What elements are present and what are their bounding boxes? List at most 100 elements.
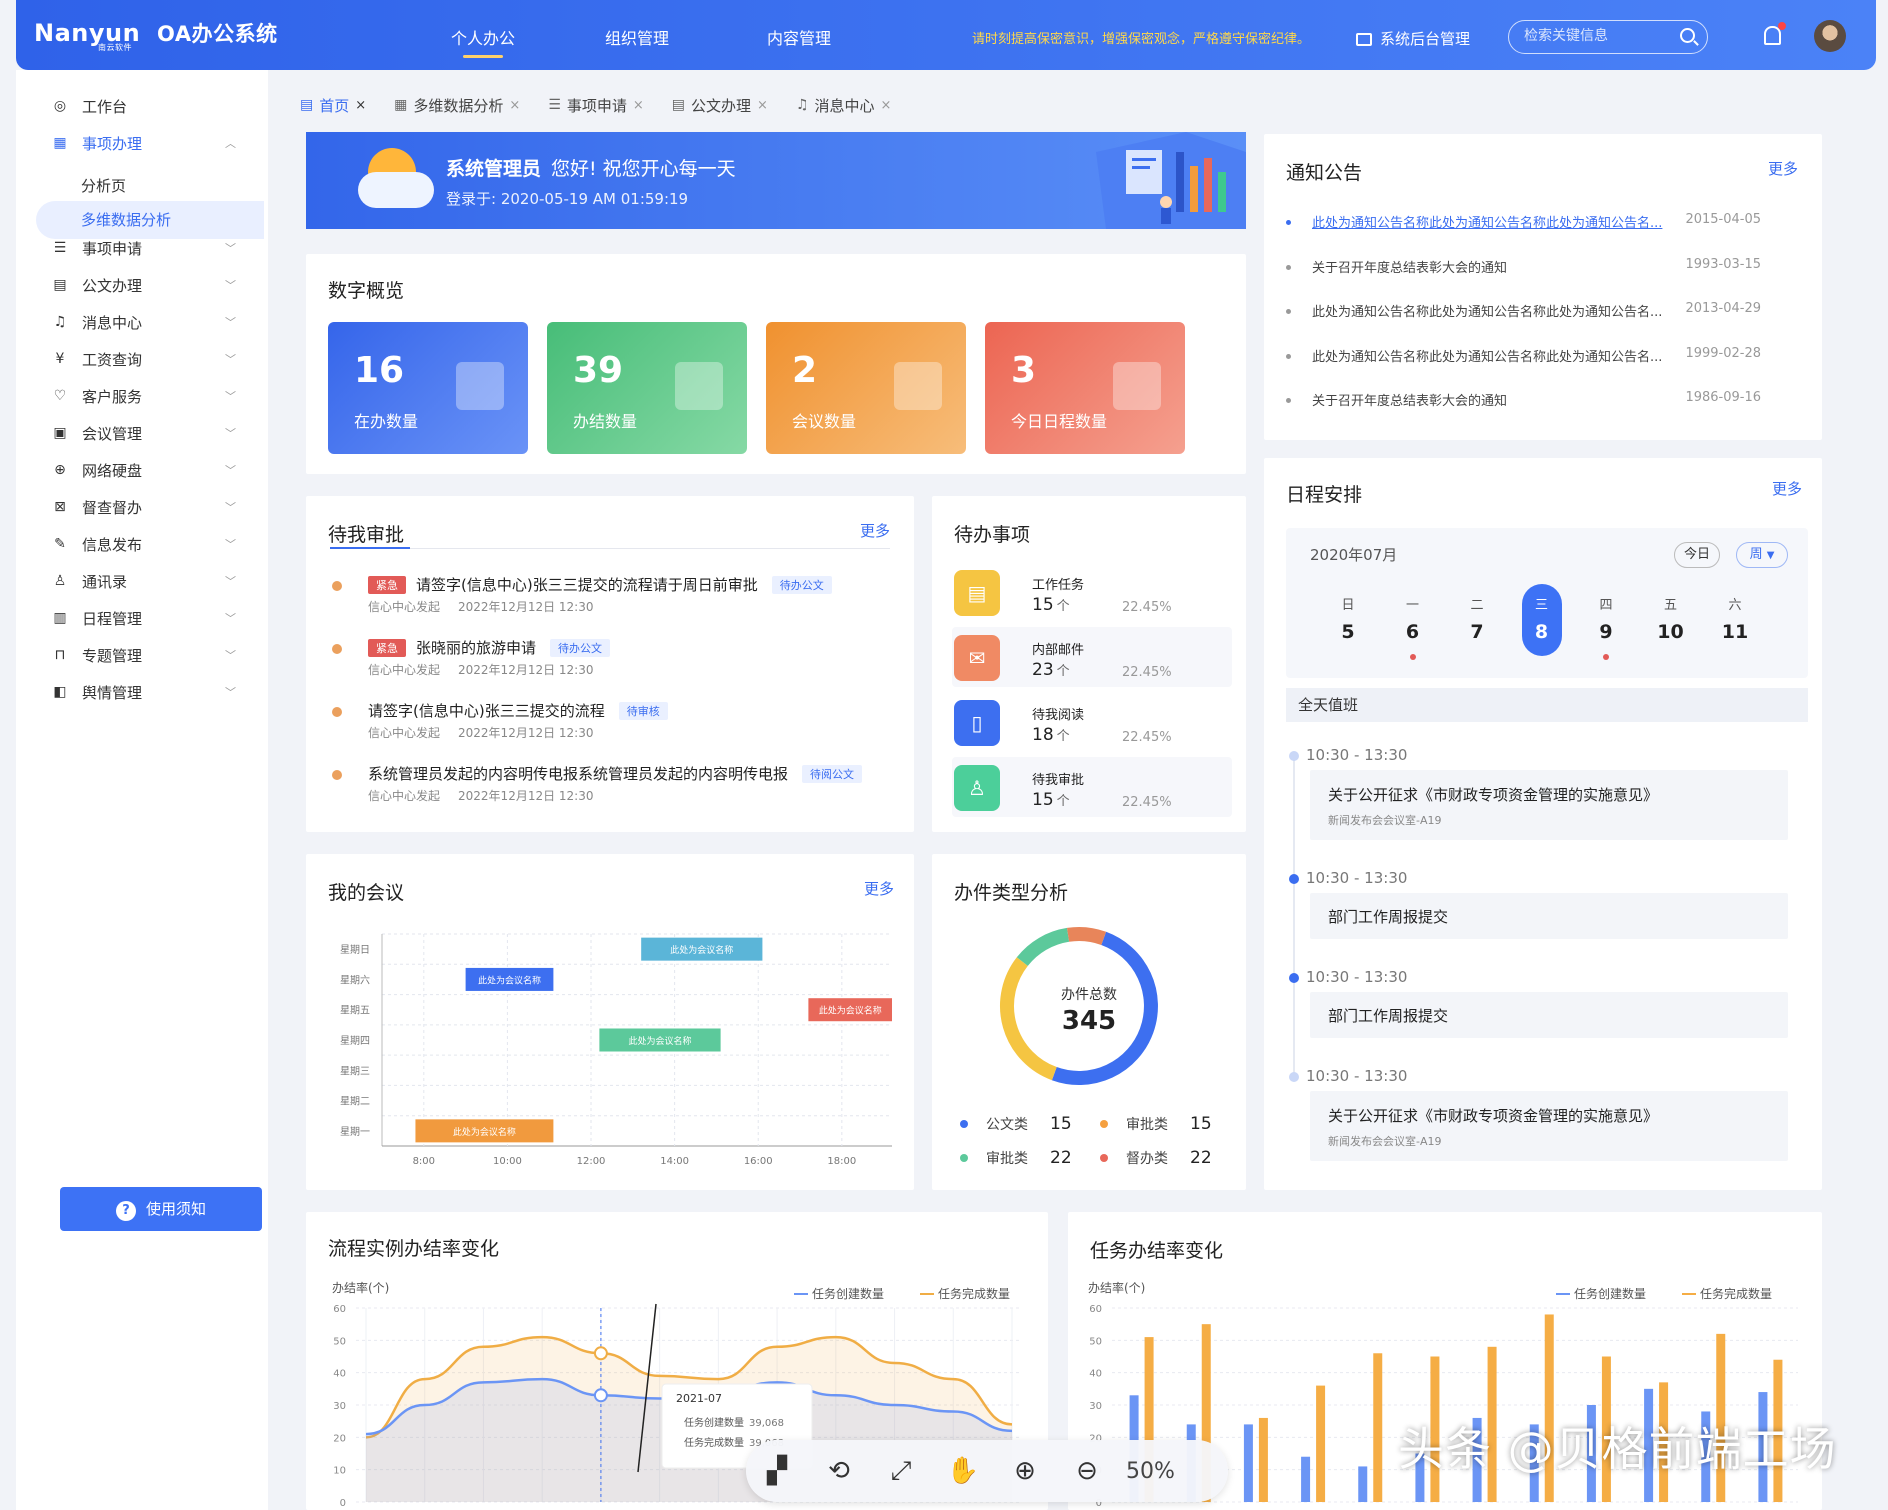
chevron-down-icon[interactable]: ﹀ (225, 647, 236, 663)
calendar-day[interactable]: 日5 (1328, 594, 1368, 643)
doc-types-card: 办件类型分析 办件总数 345 公文类 15 审批类 15 审批类 22 督办类 22 (932, 854, 1246, 1190)
todo-count-row: 18 个 (1032, 725, 1070, 745)
approval-item[interactable]: 紧急 请签字(信息中心)张三三提交的流程请于周日前审批 待办公文 信心中心发起 2022… (332, 574, 892, 632)
chevron-up-icon[interactable]: ︿ (225, 135, 236, 151)
approval-title-underline-active (330, 547, 410, 549)
close-icon[interactable]: × (757, 98, 768, 113)
approval-item-origin: 信心中心发起 (368, 726, 441, 740)
approval-more-link[interactable]: 更多 (860, 520, 890, 541)
chevron-down-icon[interactable]: ﹀ (225, 536, 236, 552)
gantt-bar-label: 此处为会议名称 (819, 1005, 882, 1017)
chevron-down-icon[interactable]: ﹀ (225, 240, 236, 256)
hand-pan-icon[interactable]: ✋ (932, 1456, 994, 1486)
tab-1[interactable]: ▤ 首页 × (300, 90, 366, 120)
tab-4[interactable]: ▤ 公文办理 × (672, 90, 768, 120)
stamp-icon: ♙ (954, 765, 1000, 811)
todo-item[interactable]: ♙ 待我审批 15 个 22.45% (952, 757, 1232, 817)
tab-3[interactable]: ☰ 事项申请 × (548, 90, 643, 120)
search-icon[interactable] (1680, 28, 1695, 43)
chevron-down-icon[interactable]: ﹀ (225, 351, 236, 367)
stat-meetings[interactable]: 2 会议数量 (766, 322, 966, 454)
tab-2[interactable]: ▦ 多维数据分析 × (394, 90, 520, 120)
today-button[interactable]: 今日 (1674, 542, 1720, 568)
event-time: 10:30 - 13:30 (1306, 968, 1408, 986)
chevron-down-icon[interactable]: ﹀ (225, 425, 236, 441)
bar[interactable] (1301, 1456, 1311, 1502)
donut-segment[interactable] (1016, 927, 1070, 967)
todo-item[interactable]: ▤ 工作任务 15 个 22.45% (952, 562, 1232, 622)
user-icon: ♙ (53, 573, 67, 589)
calendar-day[interactable]: 三8 (1521, 584, 1562, 656)
approval-item[interactable]: 紧急 张晓丽的旅游申请 待办公文 信心中心发起 2022年12月12日 12:30 (332, 637, 892, 695)
todo-item[interactable]: ▯ 待我阅读 18 个 22.45% (952, 692, 1232, 752)
zoom-in-icon[interactable]: ⊕ (994, 1456, 1056, 1486)
nav-personal-office[interactable]: 个人办公 (406, 0, 560, 70)
bar[interactable] (1258, 1417, 1268, 1502)
chevron-down-icon[interactable]: ﹀ (225, 462, 236, 478)
chevron-down-icon[interactable]: ﹀ (225, 314, 236, 330)
event-card[interactable]: 关于公开征求《市财政专项资金管理的实施意见》 新闻发布会会议室-A19 (1310, 1091, 1788, 1161)
notice-more-link[interactable]: 更多 (1768, 158, 1798, 179)
fullscreen-icon[interactable]: ⤢ (870, 1456, 932, 1487)
avatar[interactable] (1814, 20, 1846, 52)
chevron-down-icon[interactable]: ﹀ (225, 573, 236, 589)
gantt-tick-label: 8:00 (413, 1156, 435, 1167)
tab-5[interactable]: ♫ 消息中心 × (796, 90, 891, 120)
notice-item[interactable]: 关于召开年度总结表彰大会的通知 1986-09-16 (1286, 390, 1806, 410)
sidebar-subitem-2[interactable]: 多维数据分析 (36, 201, 264, 239)
help-button[interactable]: ? 使用须知 (60, 1187, 262, 1231)
zoom-out-icon[interactable]: ⊖ (1056, 1456, 1118, 1486)
chevron-down-icon[interactable]: ﹀ (225, 277, 236, 293)
todo-percent: 22.45% (1122, 795, 1172, 810)
bar[interactable] (1373, 1353, 1383, 1502)
event-card[interactable]: 关于公开征求《市财政专项资金管理的实施意见》 新闻发布会会议室-A19 (1310, 770, 1788, 840)
event-card[interactable]: 部门工作周报提交 (1310, 992, 1788, 1038)
close-icon[interactable]: × (509, 98, 520, 113)
rotate-icon[interactable]: ⟲ (808, 1456, 870, 1486)
chevron-down-icon[interactable]: ﹀ (225, 388, 236, 404)
donut-segment[interactable] (1066, 927, 1107, 946)
stat-completed[interactable]: 39 办结数量 (547, 322, 747, 454)
bar[interactable] (1316, 1385, 1326, 1502)
close-icon[interactable]: × (355, 98, 366, 113)
view-select[interactable]: 周 ▼ (1736, 542, 1788, 568)
nav-content-management[interactable]: 内容管理 (714, 0, 884, 70)
notice-item-title: 此处为通知公告名称此处为通知公告名称此处为通知公告名... (1312, 349, 1663, 365)
close-icon[interactable]: × (633, 98, 644, 113)
nav-org-management[interactable]: 组织管理 (560, 0, 714, 70)
approval-item[interactable]: 系统管理员发起的内容明传电报系统管理员发起的内容明传电报 待阅公文 信心中心发起 20… (332, 763, 892, 821)
todo-item[interactable]: ✉ 内部邮件 23 个 22.45% (952, 627, 1232, 687)
chevron-down-icon[interactable]: ﹀ (225, 499, 236, 515)
stat-in-progress[interactable]: 16 在办数量 (328, 322, 528, 454)
bar[interactable] (1243, 1424, 1253, 1502)
search-input[interactable]: 检索关键信息 (1508, 20, 1708, 54)
notice-item[interactable]: 此处为通知公告名称此处为通知公告名称此处为通知公告名... 2015-04-05 (1286, 212, 1806, 232)
calendar-day[interactable]: 四9 (1586, 594, 1626, 643)
bar[interactable] (1358, 1466, 1368, 1502)
approval-item[interactable]: 请签字(信息中心)张三三提交的流程 待审核 信心中心发起 2022年12月12日 12… (332, 700, 892, 758)
backend-link[interactable]: 系统后台管理 (1356, 28, 1470, 49)
calendar-day[interactable]: 一6 (1393, 594, 1433, 643)
approval-item-title: 系统管理员发起的内容明传电报系统管理员发起的内容明传电报 (368, 765, 789, 783)
notice-title: 通知公告 (1286, 162, 1363, 184)
calendar-day[interactable]: 五 10 (1651, 594, 1691, 643)
qr-code-icon[interactable]: ▞ (746, 1456, 808, 1486)
schedule-more-link[interactable]: 更多 (1772, 478, 1802, 499)
notice-item[interactable]: 关于召开年度总结表彰大会的通知 1993-03-15 (1286, 257, 1806, 277)
day-number: 8 (1534, 621, 1549, 643)
chevron-down-icon[interactable]: ﹀ (225, 610, 236, 626)
stat-today-schedule[interactable]: 3 今日日程数量 (985, 322, 1185, 454)
notice-item[interactable]: 此处为通知公告名称此处为通知公告名称此处为通知公告名... 2013-04-29 (1286, 301, 1806, 321)
event-card[interactable]: 部门工作周报提交 (1310, 893, 1788, 939)
logo[interactable]: Nanyun 南云软件 OA办公系统 (34, 18, 278, 52)
close-icon[interactable]: × (881, 98, 892, 113)
greeting-text: 您好! 祝您开心每一天 (551, 158, 736, 180)
calendar-day[interactable]: 六 11 (1715, 594, 1755, 643)
notice-item[interactable]: 此处为通知公告名称此处为通知公告名称此处为通知公告名... 1999-02-28 (1286, 346, 1806, 366)
calendar-day[interactable]: 二7 (1457, 594, 1497, 643)
sidebar-item-15[interactable]: ◧ 舆情管理 ﹀ (16, 670, 268, 714)
todo-unit: 个 (1056, 664, 1070, 679)
sidebar-item-2[interactable]: ▦ 事项办理 ︿ (16, 121, 268, 165)
sidebar-subitem-1[interactable]: 分析页 (36, 167, 264, 205)
chevron-down-icon[interactable]: ﹀ (225, 684, 236, 700)
